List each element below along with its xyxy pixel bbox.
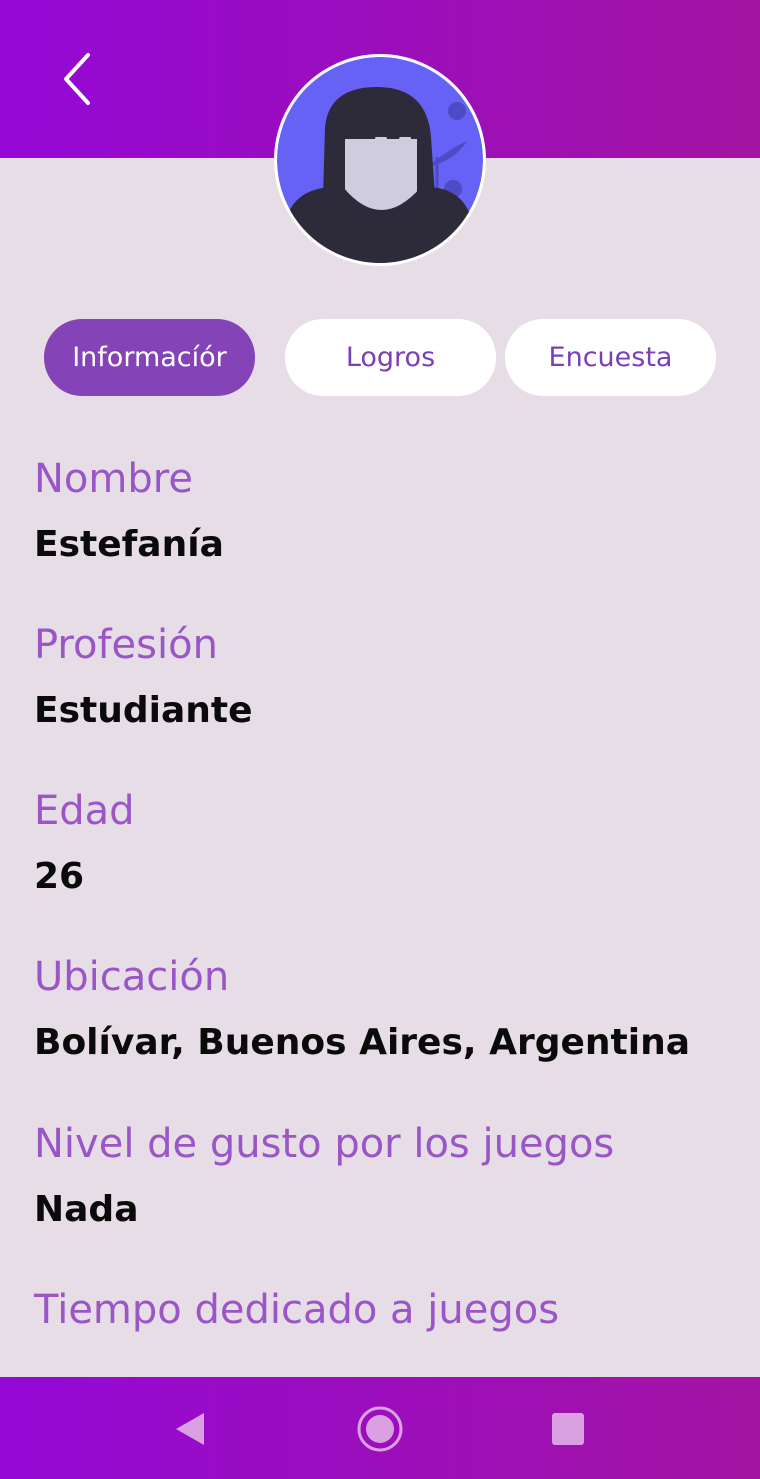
field-profesion: Profesión Estudiante	[34, 621, 734, 733]
field-value: Estudiante	[34, 690, 253, 731]
nav-home-button[interactable]	[352, 1401, 408, 1457]
back-button[interactable]	[48, 44, 108, 114]
field-label: Edad	[34, 788, 135, 834]
field-label: Ubicación	[34, 954, 230, 1000]
woman-avatar-icon	[277, 57, 483, 263]
profile-tabs: Informacíór Logros Encuesta	[0, 319, 760, 397]
field-ubicacion: Ubicación Bolívar, Buenos Aires, Argenti…	[34, 953, 734, 1065]
field-label: Profesión	[34, 622, 218, 668]
field-value: Bolívar, Buenos Aires, Argentina	[34, 1022, 690, 1063]
field-value: Estefanía	[34, 524, 224, 565]
field-value: Nada	[34, 1189, 139, 1230]
chevron-left-icon	[64, 53, 90, 105]
field-nombre: Nombre Estefanía	[34, 455, 734, 567]
tab-encuesta[interactable]: Encuesta	[505, 319, 716, 396]
field-label: Nivel de gusto por los juegos	[34, 1121, 615, 1167]
nav-recents-button[interactable]	[540, 1401, 596, 1457]
circle-home-icon	[357, 1406, 403, 1452]
field-label: Nombre	[34, 456, 193, 502]
triangle-back-icon	[176, 1413, 204, 1445]
avatar	[274, 54, 486, 266]
field-value: 26	[34, 856, 85, 897]
nav-back-button[interactable]	[162, 1401, 218, 1457]
field-edad: Edad 26	[34, 787, 734, 899]
tab-informacion[interactable]: Informacíór	[44, 319, 255, 396]
system-nav-bar	[0, 1377, 760, 1479]
tab-logros[interactable]: Logros	[285, 319, 496, 396]
field-nivel-gusto: Nivel de gusto por los juegos Nada	[34, 1120, 734, 1232]
square-recents-icon	[552, 1413, 584, 1445]
field-tiempo-juegos: Tiempo dedicado a juegos	[34, 1286, 734, 1334]
field-label: Tiempo dedicado a juegos	[34, 1287, 560, 1333]
